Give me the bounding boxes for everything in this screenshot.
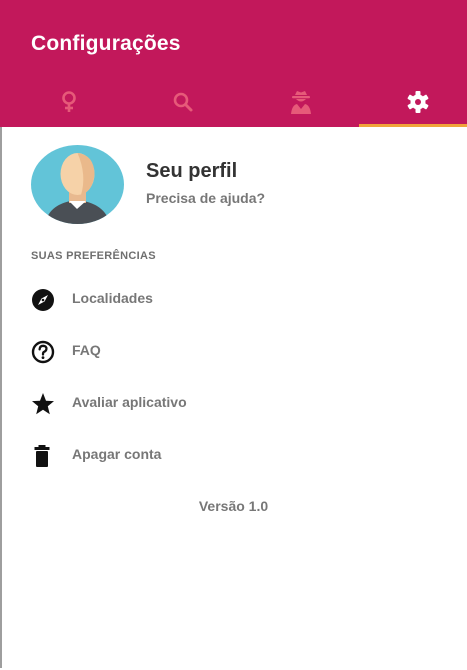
trash-icon — [34, 445, 50, 467]
gear-icon — [407, 90, 428, 113]
menu-item-label: Apagar conta — [72, 446, 162, 462]
question-circle-icon — [31, 340, 55, 364]
menu-item-avaliar[interactable]: Avaliar aplicativo — [31, 389, 431, 419]
tab-user-secret[interactable] — [242, 78, 359, 125]
compass-icon — [32, 289, 54, 311]
star-icon — [32, 393, 54, 415]
app-header: Configurações — [0, 0, 467, 127]
profile-help-link[interactable]: Precisa de ajuda? — [146, 190, 265, 206]
menu-item-label: Localidades — [72, 290, 153, 306]
menu-item-label: FAQ — [72, 342, 101, 358]
menu-item-label: Avaliar aplicativo — [72, 394, 187, 410]
menu-item-apagar-conta[interactable]: Apagar conta — [31, 441, 431, 471]
active-tab-indicator — [359, 124, 467, 127]
user-secret-icon — [290, 90, 311, 114]
app-version: Versão 1.0 — [198, 498, 269, 514]
tab-bar — [0, 78, 467, 127]
page-title: Configurações — [31, 32, 181, 55]
tab-female[interactable] — [10, 78, 127, 125]
menu-item-faq[interactable]: FAQ — [31, 337, 431, 367]
avatar-person-icon — [45, 153, 110, 224]
preferences-section-header: SUAS PREFERÊNCIAS — [31, 250, 156, 262]
menu-item-localidades[interactable]: Localidades — [31, 285, 431, 315]
female-icon — [61, 90, 76, 112]
tab-settings[interactable] — [359, 78, 467, 125]
tab-search[interactable] — [124, 78, 241, 125]
profile-name[interactable]: Seu perfil — [146, 160, 237, 183]
search-icon — [173, 92, 192, 111]
avatar[interactable] — [31, 145, 124, 224]
